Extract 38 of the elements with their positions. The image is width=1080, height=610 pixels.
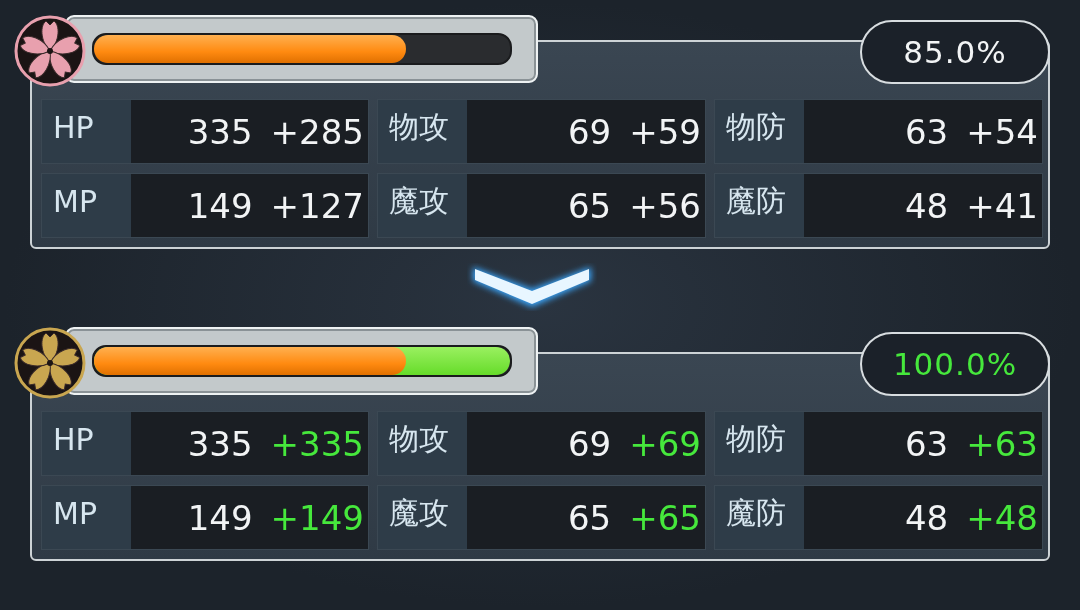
stat-label: HP — [42, 100, 131, 163]
stat-label: 物攻 — [378, 100, 467, 163]
stat-label: 物防 — [715, 100, 804, 163]
stat-label: 魔防 — [715, 486, 804, 549]
stat-value: 149 — [186, 185, 254, 226]
stat-bonus: +335 — [270, 423, 365, 464]
stat-bonus: +69 — [629, 423, 702, 464]
stat-value: 69 — [566, 111, 613, 152]
stat-value: 149 — [186, 497, 254, 538]
stat-value: 65 — [566, 497, 613, 538]
stat-value: 335 — [186, 111, 254, 152]
stat-label: 物防 — [715, 412, 804, 475]
stat-bonus: +65 — [629, 497, 702, 538]
stat-bonus: +285 — [270, 111, 365, 152]
stat-label: MP — [42, 174, 131, 237]
stat-label: HP — [42, 412, 131, 475]
stat-bonus: +149 — [270, 497, 365, 538]
stat-bonus: +48 — [966, 497, 1039, 538]
stat-label: 魔攻 — [378, 486, 467, 549]
stat-label: 魔防 — [715, 174, 804, 237]
stat-value: 48 — [903, 497, 950, 538]
stat-bonus: +56 — [629, 185, 702, 226]
stat-value: 63 — [903, 423, 950, 464]
stat-bonus: +54 — [966, 111, 1039, 152]
stat-value: 335 — [186, 423, 254, 464]
stat-label: 物攻 — [378, 412, 467, 475]
stat-value: 63 — [903, 111, 950, 152]
stat-value: 69 — [566, 423, 613, 464]
stat-value: 48 — [903, 185, 950, 226]
stat-label: 魔攻 — [378, 174, 467, 237]
stat-bonus: +127 — [270, 185, 365, 226]
percent-readout: 85.0% — [860, 20, 1050, 84]
stat-label: MP — [42, 486, 131, 549]
stat-bonus: +41 — [966, 185, 1039, 226]
stat-bonus: +59 — [629, 111, 702, 152]
stat-bonus: +63 — [966, 423, 1039, 464]
percent-readout: 100.0% — [860, 332, 1050, 396]
stat-value: 65 — [566, 185, 613, 226]
